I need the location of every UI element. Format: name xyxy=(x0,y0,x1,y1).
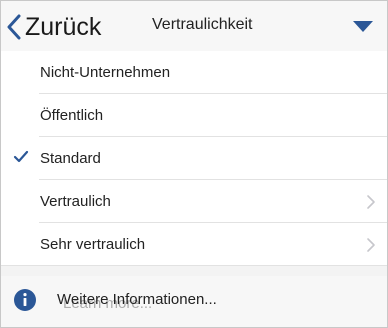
chevron-left-icon xyxy=(7,14,21,40)
sensitivity-panel: Zurück Vertraulichkeit Nicht-Unternehmen… xyxy=(0,0,388,328)
list-item-label: Nicht-Unternehmen xyxy=(40,64,171,81)
list-item-standard[interactable]: Standard xyxy=(1,137,387,180)
sensitivity-list: Nicht-Unternehmen Öffentlich Standard Ve… xyxy=(1,51,387,266)
list-item-label: Vertraulich xyxy=(40,193,111,210)
learn-more-label: Weitere Informationen... xyxy=(57,291,217,308)
info-icon xyxy=(13,288,37,312)
list-item-label: Sehr vertraulich xyxy=(40,236,146,253)
checkmark-icon xyxy=(13,150,29,164)
dropdown-toggle[interactable] xyxy=(351,18,375,34)
section-separator xyxy=(1,266,387,276)
back-label: Zurück xyxy=(25,13,102,41)
page-title: Vertraulichkeit xyxy=(152,16,253,33)
header-bar: Zurück Vertraulichkeit xyxy=(1,1,387,51)
chevron-right-icon xyxy=(366,237,376,253)
list-item-label: Standard xyxy=(40,150,101,167)
back-button[interactable]: Zurück xyxy=(7,11,101,43)
list-item-label: Öffentlich xyxy=(40,107,104,124)
list-item-oeffentlich[interactable]: Öffentlich xyxy=(1,94,387,137)
triangle-down-icon xyxy=(351,21,375,38)
list-item-vertraulich[interactable]: Vertraulich xyxy=(1,180,387,223)
list-item-sehr-vertraulich[interactable]: Sehr vertraulich xyxy=(1,223,387,266)
chevron-right-icon xyxy=(366,194,376,210)
learn-more-link[interactable]: Learn more... Weitere Informationen... xyxy=(1,276,387,327)
list-item-nicht-unternehmen[interactable]: Nicht-Unternehmen xyxy=(1,51,387,94)
